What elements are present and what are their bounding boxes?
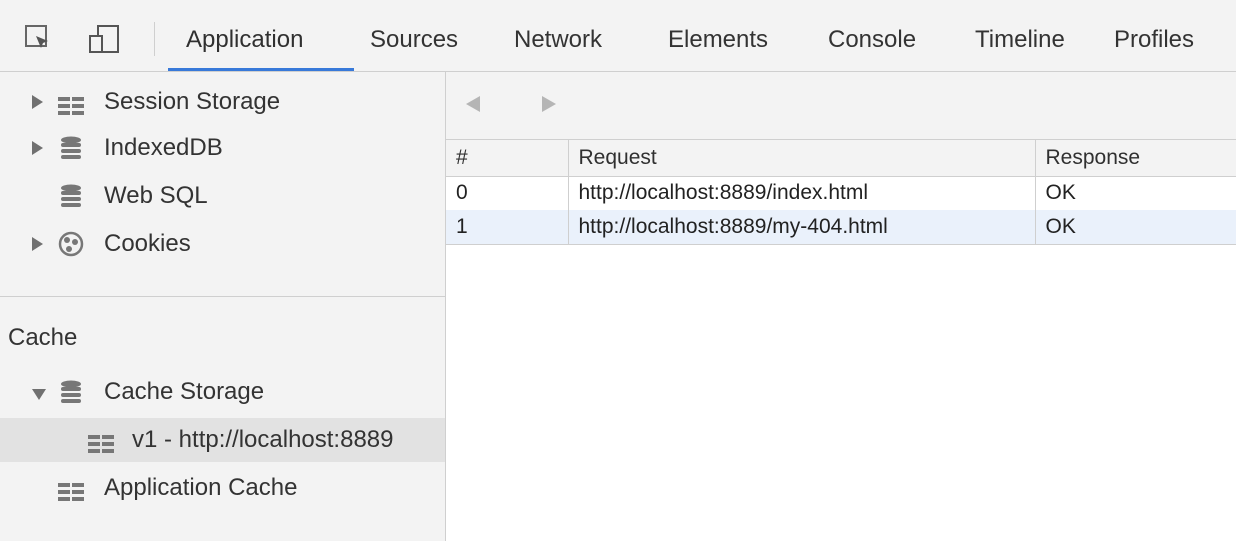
database-icon bbox=[60, 184, 82, 215]
sidebar-item-label: Session Storage bbox=[104, 88, 281, 115]
grid-icon bbox=[58, 94, 84, 122]
expand-arrow-icon[interactable] bbox=[32, 141, 43, 155]
sidebar-item-label: Cookies bbox=[104, 230, 191, 257]
sidebar-divider bbox=[0, 296, 445, 297]
tab-elements[interactable]: Elements bbox=[668, 0, 768, 72]
cache-entries-table: # Request Response 0 http://localhost:88… bbox=[446, 140, 1236, 245]
cache-entries-pane: # Request Response 0 http://localhost:88… bbox=[446, 72, 1236, 541]
back-arrow-icon[interactable] bbox=[466, 96, 480, 112]
grid-icon bbox=[58, 480, 84, 508]
sidebar-item-web-sql[interactable]: Web SQL bbox=[0, 174, 445, 218]
sidebar-item-cache-storage[interactable]: Cache Storage bbox=[0, 370, 445, 414]
devtools-toolbar: Application Sources Network Elements Con… bbox=[0, 0, 1236, 72]
cell-request: http://localhost:8889/my-404.html bbox=[568, 210, 1036, 245]
expand-arrow-icon[interactable] bbox=[32, 95, 43, 109]
device-mode-icon[interactable] bbox=[88, 24, 124, 59]
sidebar-item-indexeddb[interactable]: IndexedDB bbox=[0, 126, 445, 170]
sidebar-item-session-storage[interactable]: Session Storage bbox=[0, 80, 445, 124]
column-header-request[interactable]: Request bbox=[568, 140, 1036, 177]
sidebar-item-label: Application Cache bbox=[104, 474, 298, 501]
table-header-row: # Request Response bbox=[446, 140, 1236, 177]
column-header-response[interactable]: Response bbox=[1035, 140, 1236, 177]
sidebar-item-label: IndexedDB bbox=[104, 134, 223, 161]
cell-response: OK bbox=[1035, 176, 1236, 210]
tab-profiles[interactable]: Profiles bbox=[1114, 0, 1194, 72]
sidebar-item-cookies[interactable]: Cookies bbox=[0, 222, 445, 266]
cookie-icon bbox=[58, 231, 84, 264]
sidebar-item-cache-v1[interactable]: v1 - http://localhost:8889 bbox=[0, 418, 445, 462]
sidebar-item-application-cache[interactable]: Application Cache bbox=[0, 466, 445, 510]
active-tab-indicator bbox=[168, 68, 354, 71]
collapse-arrow-icon[interactable] bbox=[32, 389, 46, 400]
table-row[interactable]: 1 http://localhost:8889/my-404.html OK bbox=[446, 210, 1236, 245]
database-icon bbox=[60, 136, 82, 167]
toolbar-divider bbox=[154, 22, 155, 56]
database-icon bbox=[60, 380, 82, 411]
cell-response: OK bbox=[1035, 210, 1236, 245]
expand-arrow-icon[interactable] bbox=[32, 237, 43, 251]
entries-nav-bar bbox=[446, 72, 1236, 140]
cell-index: 1 bbox=[446, 210, 569, 245]
tab-timeline[interactable]: Timeline bbox=[975, 0, 1065, 72]
tab-network[interactable]: Network bbox=[514, 0, 602, 72]
tab-console[interactable]: Console bbox=[828, 0, 916, 72]
column-header-index[interactable]: # bbox=[446, 140, 569, 177]
cell-request: http://localhost:8889/index.html bbox=[568, 176, 1036, 210]
grid-icon bbox=[88, 432, 114, 460]
sidebar-item-label: Cache Storage bbox=[104, 378, 265, 405]
cache-section-title: Cache bbox=[8, 324, 78, 351]
cell-index: 0 bbox=[446, 176, 569, 210]
table-row[interactable]: 0 http://localhost:8889/index.html OK bbox=[446, 176, 1236, 210]
tab-application[interactable]: Application bbox=[186, 0, 303, 72]
sidebar-item-label: v1 - http://localhost:8889 bbox=[132, 426, 394, 453]
tab-sources[interactable]: Sources bbox=[370, 0, 458, 72]
sidebar: Session Storage IndexedDB Web SQL Cookie… bbox=[0, 72, 446, 541]
forward-arrow-icon[interactable] bbox=[542, 96, 556, 112]
inspect-element-icon[interactable] bbox=[24, 24, 52, 57]
sidebar-item-label: Web SQL bbox=[104, 182, 208, 209]
